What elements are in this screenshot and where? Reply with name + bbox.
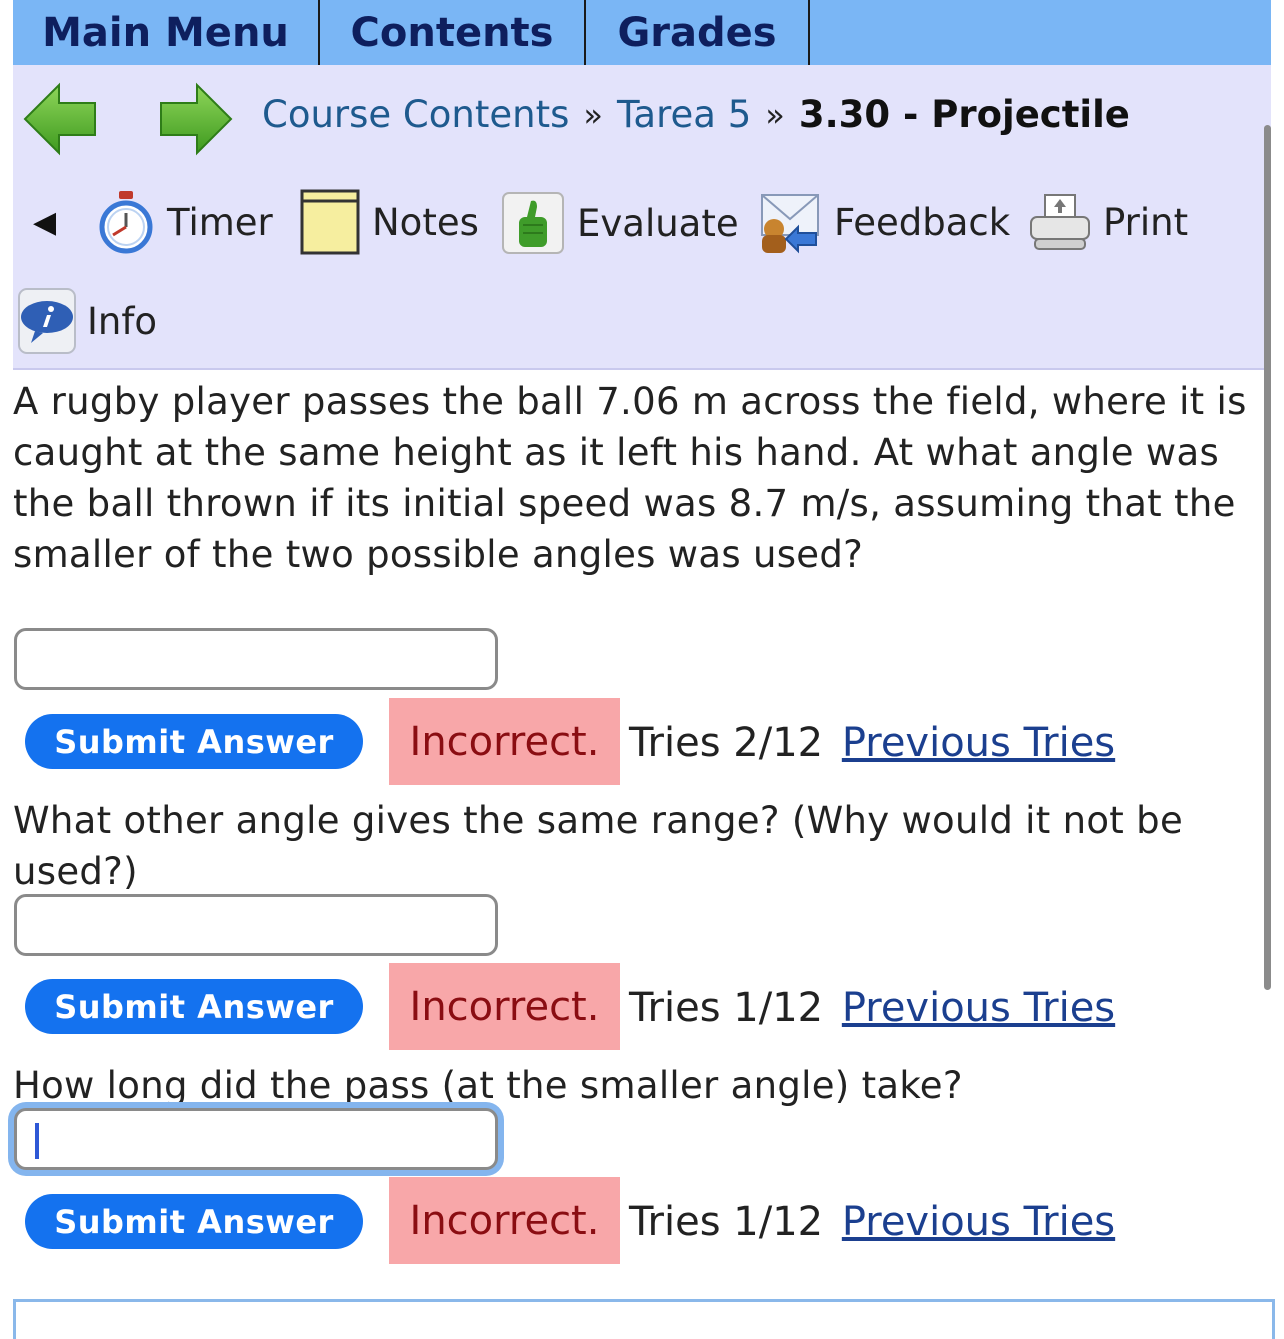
notes-label: Notes <box>372 200 479 244</box>
answer-input-1[interactable] <box>14 628 498 690</box>
tries-info-2: Tries 1/12 Previous Tries <box>629 985 1115 1031</box>
tries-info-1: Tries 2/12 Previous Tries <box>629 720 1115 766</box>
notes-icon <box>300 189 360 255</box>
tries-info-3: Tries 1/12 Previous Tries <box>629 1199 1115 1245</box>
question-text-1: A rugby player passes the ball 7.06 m ac… <box>13 380 1247 576</box>
answer-input-2[interactable] <box>14 894 498 956</box>
print-button[interactable]: Print <box>1029 191 1188 253</box>
submit-answer-button-3[interactable]: Submit Answer <box>25 1194 363 1249</box>
question-text-3: How long did the pass (at the smaller an… <box>13 1064 963 1107</box>
tries-count-2: Tries 1/12 <box>629 985 824 1031</box>
print-icon <box>1030 194 1090 250</box>
page-title: 3.30 - Projectile <box>798 93 1130 136</box>
timer-label: Timer <box>167 200 273 244</box>
status-badge-incorrect-3: Incorrect. <box>389 1177 620 1264</box>
print-label: Print <box>1103 200 1189 244</box>
evaluate-icon <box>502 192 564 254</box>
navigation-panel: Course Contents » Tarea 5 » 3.30 - Proje… <box>13 65 1271 370</box>
info-label: Info <box>87 299 158 343</box>
status-badge-incorrect-1: Incorrect. <box>389 698 620 785</box>
feedback-icon <box>761 194 819 254</box>
toolbar: ◀ Timer Notes Evaluate Feedback Print <box>13 185 1271 265</box>
timer-icon <box>99 191 153 254</box>
breadcrumb-separator: » <box>765 95 785 134</box>
question-text-2: What other angle gives the same range? (… <box>13 799 1184 893</box>
forward-arrow-icon[interactable] <box>155 79 235 163</box>
tries-count-1: Tries 2/12 <box>629 720 824 766</box>
notes-button[interactable]: Notes <box>300 189 479 255</box>
tab-contents[interactable]: Contents <box>320 0 586 65</box>
info-icon <box>18 288 76 354</box>
evaluate-label: Evaluate <box>577 201 739 245</box>
tab-main-menu[interactable]: Main Menu <box>13 0 320 65</box>
answer-input-3[interactable] <box>14 1108 498 1170</box>
breadcrumb-separator: » <box>583 95 603 134</box>
previous-tries-link-2[interactable]: Previous Tries <box>842 985 1115 1031</box>
previous-tries-link-3[interactable]: Previous Tries <box>842 1199 1115 1245</box>
text-caret <box>35 1123 39 1159</box>
tab-grades[interactable]: Grades <box>586 0 810 65</box>
info-button[interactable]: Info <box>17 287 157 355</box>
back-arrow-icon[interactable] <box>21 79 101 163</box>
submit-answer-button-1[interactable]: Submit Answer <box>25 714 363 769</box>
next-section-container <box>13 1299 1275 1339</box>
feedback-button[interactable]: Feedback <box>758 189 1010 255</box>
breadcrumb: Course Contents » Tarea 5 » 3.30 - Proje… <box>262 93 1130 136</box>
status-badge-incorrect-2: Incorrect. <box>389 963 620 1050</box>
previous-tries-link-1[interactable]: Previous Tries <box>842 720 1115 766</box>
breadcrumb-tarea[interactable]: Tarea 5 <box>617 93 751 136</box>
evaluate-button[interactable]: Evaluate <box>501 191 739 255</box>
breadcrumb-course-contents[interactable]: Course Contents <box>262 93 569 136</box>
timer-button[interactable]: Timer <box>97 189 273 255</box>
submit-answer-button-2[interactable]: Submit Answer <box>25 979 363 1034</box>
tries-count-3: Tries 1/12 <box>629 1199 824 1245</box>
collapse-toolbar-button[interactable]: ◀ <box>33 205 56 240</box>
feedback-label: Feedback <box>834 200 1011 244</box>
top-navigation-bar: Main Menu Contents Grades <box>13 0 1271 65</box>
